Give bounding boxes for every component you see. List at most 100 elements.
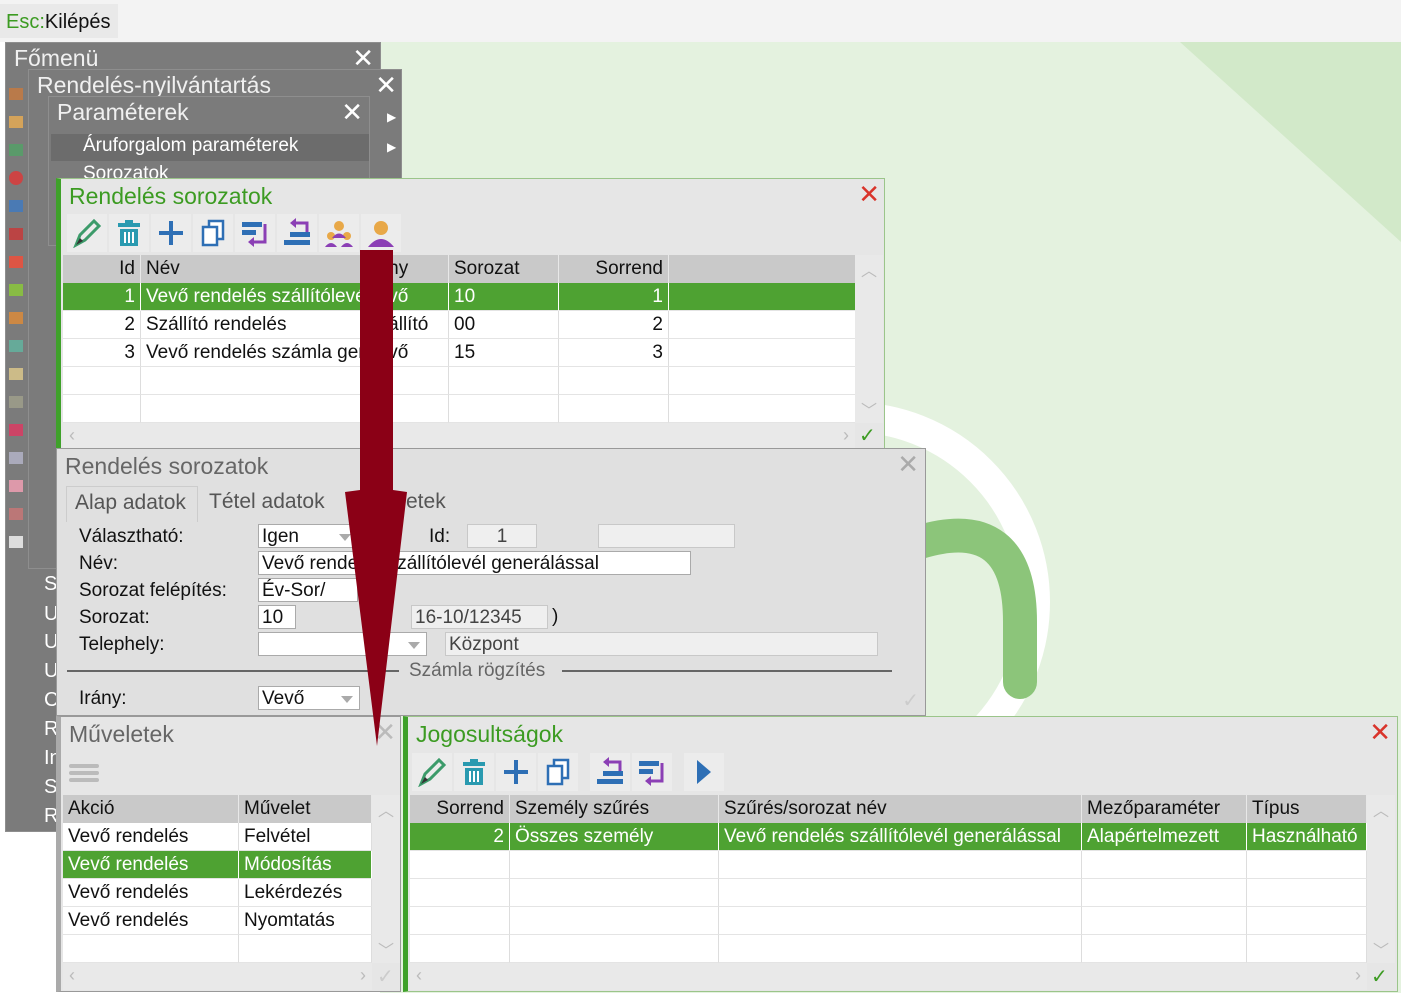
edit-icon — [418, 757, 447, 787]
table-row[interactable]: Vevő rendelés Módosítás — [63, 851, 372, 879]
table-cell: Alapértelmezett — [1082, 823, 1247, 851]
series-input[interactable]: 10 — [258, 605, 296, 629]
name-input[interactable]: Vevő rendelés szállítólevél generálással — [258, 551, 691, 575]
table-cell: Vevő rendelés — [63, 879, 239, 907]
column-header-filler — [669, 255, 855, 283]
permissions-window: Jogosultságok ✕ Sorrend Személy szűrés Szű… — [403, 716, 1398, 992]
table-cell-filler — [669, 395, 855, 423]
close-orders-menu-icon[interactable]: ✕ — [375, 70, 397, 101]
confirm-check-icon[interactable]: ✓ — [902, 688, 919, 713]
table-row[interactable] — [63, 395, 855, 423]
edit-button[interactable] — [67, 214, 107, 252]
selectable-select[interactable]: Igen — [258, 524, 358, 548]
tab-tetel-adatok[interactable]: Tétel adatok — [209, 490, 325, 514]
next-button[interactable] — [684, 753, 724, 791]
horizontal-scrollbar[interactable]: ‹ › — [63, 423, 855, 450]
table-cell: Vevő — [361, 283, 449, 311]
table-row[interactable]: 2 Összes személy Vevő rendelés szállítólev… — [410, 823, 1367, 851]
table-row[interactable] — [410, 935, 1367, 963]
series-list-window: Rendelés sorozatok ✕ Id Név Irány Sorozat So… — [56, 178, 885, 451]
table-row[interactable]: 2 Szállító rendelés Szállító 00 2 — [63, 311, 855, 339]
direction-select[interactable]: Vevő — [258, 686, 360, 710]
table-cell — [449, 395, 559, 423]
structure-input[interactable]: Év-Sor/ — [258, 578, 358, 602]
params-menu-item[interactable]: Áruforgalom paraméterek — [51, 134, 369, 161]
close-params-menu-icon[interactable]: ✕ — [341, 97, 363, 128]
site-select[interactable] — [258, 632, 427, 656]
tab-alap-adatok[interactable]: Alap adatok — [66, 486, 198, 522]
column-header[interactable]: Akció — [63, 795, 239, 823]
vertical-scrollbar[interactable]: ︿ ﹀ — [855, 255, 883, 423]
table-cell: Lekérdezés — [239, 879, 372, 907]
column-header[interactable]: Típus — [1247, 795, 1367, 823]
table-cell — [1247, 907, 1367, 935]
table-cell — [1082, 851, 1247, 879]
table-row[interactable] — [63, 935, 372, 963]
vertical-scrollbar[interactable]: ︿ ﹀ — [1367, 795, 1395, 963]
move-up-button[interactable] — [277, 214, 317, 252]
table-cell — [239, 935, 372, 963]
table-row[interactable] — [410, 851, 1367, 879]
horizontal-scrollbar[interactable]: ‹ › — [63, 963, 372, 990]
move-down-button[interactable] — [632, 753, 672, 791]
table-cell — [1082, 879, 1247, 907]
copy-button[interactable] — [538, 753, 578, 791]
permissions-grid: Sorrend Személy szűrés Szűrés/sorozat név M… — [410, 795, 1367, 963]
add-button[interactable] — [151, 214, 191, 252]
delete-icon — [118, 220, 140, 246]
single-user-icon — [368, 221, 394, 247]
submenu-arrow-icon: ▶ — [387, 110, 397, 124]
column-header[interactable]: Sorozat — [449, 255, 559, 283]
column-header[interactable]: Sorrend — [410, 795, 510, 823]
table-row[interactable]: Vevő rendelés Lekérdezés — [63, 879, 372, 907]
hamburger-menu-icon[interactable] — [69, 761, 99, 785]
tab-third[interactable]: etek — [406, 490, 446, 514]
table-cell — [510, 851, 719, 879]
vertical-scrollbar[interactable]: ︿ ﹀ — [372, 795, 400, 963]
table-row[interactable] — [63, 367, 855, 395]
column-header[interactable]: Szűrés/sorozat név — [719, 795, 1082, 823]
window-title: Műveletek — [69, 721, 174, 747]
table-cell — [1247, 851, 1367, 879]
table-cell — [361, 395, 449, 423]
delete-button[interactable] — [109, 214, 149, 252]
table-row[interactable]: Vevő rendelés Felvétel — [63, 823, 372, 851]
table-row[interactable]: 3Vevő rendelés számla generálássalVevő15… — [63, 339, 855, 367]
confirm-check-icon[interactable]: ✓ — [1371, 964, 1388, 989]
horizontal-scrollbar[interactable]: ‹ › — [410, 963, 1367, 990]
section-title: Számla rögzítés — [409, 660, 546, 681]
confirm-check-icon[interactable]: ✓ — [859, 423, 876, 448]
table-cell — [410, 935, 510, 963]
column-header[interactable]: Sorrend — [559, 255, 669, 283]
close-icon[interactable]: ✕ — [374, 717, 396, 748]
edit-button[interactable] — [412, 753, 452, 791]
move-down-button[interactable] — [235, 214, 275, 252]
series-label: Sorozat: — [79, 607, 150, 628]
close-icon[interactable]: ✕ — [858, 179, 880, 210]
column-header[interactable]: Név — [141, 255, 361, 283]
close-icon[interactable]: ✕ — [897, 449, 919, 480]
copy-button[interactable] — [193, 214, 233, 252]
confirm-check-icon[interactable]: ✓ — [377, 964, 394, 989]
move-up-button[interactable] — [590, 753, 630, 791]
table-cell — [410, 907, 510, 935]
move-up-icon — [284, 218, 310, 245]
single-user-button[interactable] — [361, 214, 401, 252]
column-header[interactable]: Művelet — [239, 795, 372, 823]
delete-button[interactable] — [454, 753, 494, 791]
table-row[interactable]: Vevő rendelés Nyomtatás — [63, 907, 372, 935]
column-header[interactable]: Irány — [361, 255, 449, 283]
column-header[interactable]: Id — [63, 255, 141, 283]
table-row[interactable] — [410, 907, 1367, 935]
table-row[interactable]: 1Vevő rendelés szállítólevél generálássa… — [63, 283, 855, 311]
table-cell — [141, 395, 361, 423]
column-header[interactable]: Mezőparaméter — [1082, 795, 1247, 823]
series-example-field: 16-10/12345 — [411, 605, 548, 629]
group-users-button[interactable] — [319, 214, 359, 252]
submenu-arrow-icon: ▶ — [387, 140, 397, 154]
column-header[interactable]: Személy szűrés — [510, 795, 719, 823]
add-button[interactable] — [496, 753, 536, 791]
table-row[interactable] — [410, 879, 1367, 907]
close-icon[interactable]: ✕ — [1369, 717, 1391, 748]
exit-button[interactable]: Esc:Kilépés — [0, 4, 118, 38]
